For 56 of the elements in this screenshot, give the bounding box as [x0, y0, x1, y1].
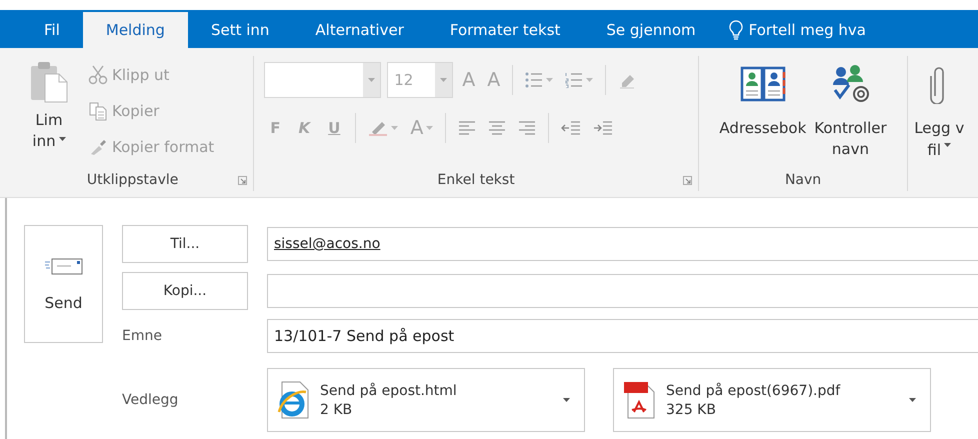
caret-icon	[391, 126, 398, 130]
attach-file-button[interactable]: Legg v fil	[914, 58, 964, 167]
align-right-icon	[518, 120, 536, 136]
clipboard-icon	[29, 60, 69, 104]
caret-icon	[368, 78, 376, 82]
ribbon-tab[interactable]: Alternativer	[292, 12, 427, 48]
caret-icon	[546, 78, 554, 82]
pdf-file-icon	[622, 380, 656, 420]
numbered-list-icon	[565, 72, 584, 88]
address-book-icon	[740, 64, 786, 104]
envelope-icon	[44, 256, 84, 276]
group-label: Navn	[784, 172, 822, 188]
address-button[interactable]: Kopi...	[122, 272, 248, 310]
subject-label: Emne	[122, 328, 163, 344]
ribbon-tab[interactable]: Formater tekst	[426, 12, 584, 48]
file-name: Send på epost(6967).pdf	[666, 382, 842, 398]
outdent-icon	[561, 120, 582, 136]
group-label: Enkel tekst	[437, 172, 515, 188]
address-button[interactable]: Til...	[122, 225, 248, 263]
caret-icon	[944, 143, 952, 147]
attachments-label: Vedlegg	[122, 392, 180, 408]
dialog-launcher-icon	[238, 176, 248, 185]
copy-icon	[88, 100, 108, 120]
highlighter-icon	[368, 119, 388, 137]
indent-icon	[593, 120, 614, 136]
caret-icon	[440, 78, 448, 82]
web-page-file-icon	[276, 380, 310, 420]
ribbon-button[interactable]: Kontroller navn	[814, 58, 887, 167]
dialog-launcher-icon	[682, 176, 692, 185]
bullet-list-icon	[525, 72, 544, 88]
file-size: 2 KB	[320, 402, 354, 418]
subject-field[interactable]: 13/101-7 Send på epost	[267, 319, 978, 353]
ribbon-tab[interactable]: Fil	[21, 12, 83, 48]
attachment-chip[interactable]: Send på epost.html 2 KB	[267, 368, 585, 432]
paste-button[interactable]: Lim inn	[18, 58, 80, 167]
lightbulb-icon	[728, 20, 743, 40]
recipient-field[interactable]: sissel@acos.no	[267, 227, 978, 261]
group-label: Utklippstavle	[86, 172, 178, 188]
ribbon-tab[interactable]: Sett inn	[188, 12, 292, 48]
tell-me-button[interactable]: Fortell meg hva	[718, 12, 889, 48]
caret-icon	[909, 398, 916, 402]
caret-icon	[563, 398, 570, 402]
align-center-icon	[488, 120, 506, 136]
caret-icon	[58, 136, 66, 140]
attachment-chip[interactable]: Send på epost(6967).pdf 325 KB	[613, 368, 931, 432]
ribbon-tab[interactable]: Melding	[82, 12, 188, 48]
ribbon-tab[interactable]: Se gjennom	[583, 12, 719, 48]
align-left-icon	[458, 120, 476, 136]
scissors-icon	[88, 64, 108, 84]
caret-icon	[586, 78, 594, 82]
send-button[interactable]: Send	[24, 225, 103, 343]
file-size: 325 KB	[666, 402, 717, 418]
caret-icon	[426, 126, 434, 130]
recipient-field[interactable]	[267, 274, 978, 308]
ribbon-button[interactable]: Adressebok	[719, 58, 806, 167]
file-name: Send på epost.html	[320, 382, 458, 398]
